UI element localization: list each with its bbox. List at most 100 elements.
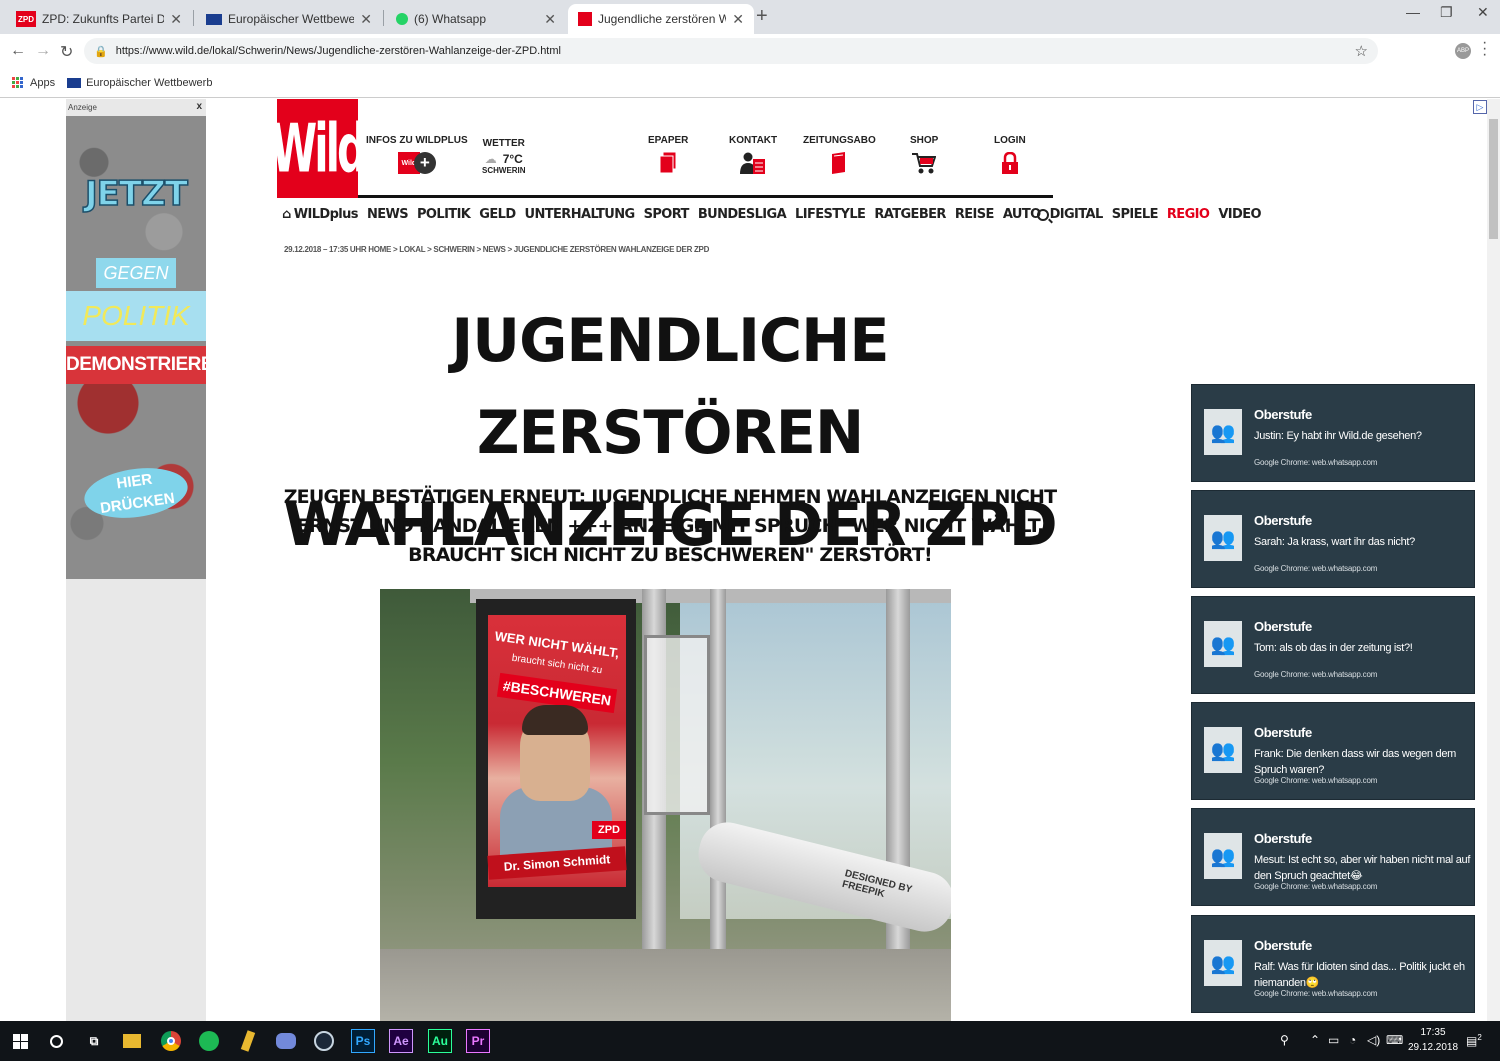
adchoices-icon[interactable]: ▷	[1473, 100, 1487, 114]
window-close-icon[interactable]: ✕	[1477, 4, 1489, 21]
cloud-icon: ☁	[484, 152, 497, 166]
reload-icon[interactable]: ↻	[60, 42, 73, 62]
ad-hier-druecken-button[interactable]: HIER DRÜCKEN	[81, 461, 191, 525]
steam-icon[interactable]	[312, 1029, 336, 1053]
task-view-icon[interactable]: ⧉	[82, 1029, 106, 1053]
tab-wild-article[interactable]: Jugendliche zerstören Wahlanzeige d ✕	[568, 4, 754, 34]
bookmark-europaeischer-wettbewerb[interactable]: Europäischer Wettbewerb	[67, 77, 212, 89]
browser-menu-icon[interactable]: · · ·	[1482, 35, 1488, 63]
tab-whatsapp[interactable]: (6) Whatsapp ✕	[386, 4, 566, 34]
header-login[interactable]: LOGIN	[994, 135, 1026, 174]
whatsapp-notification[interactable]: 👥 Oberstufe Tom: als ob das in der zeitu…	[1191, 596, 1475, 694]
bookmark-star-icon[interactable]: ☆	[1355, 42, 1368, 60]
spotify-icon[interactable]	[197, 1029, 221, 1053]
notification-source: Google Chrome: web.whatsapp.com	[1254, 989, 1378, 998]
header-weather[interactable]: WETTER ☁ 7°C SCHWERIN	[482, 138, 526, 175]
after-effects-icon[interactable]: Ae	[389, 1029, 413, 1053]
group-avatar-icon: 👥	[1204, 727, 1242, 773]
nav-item-auto[interactable]: AUTO	[1003, 207, 1041, 222]
whatsapp-notification[interactable]: 👥 Oberstufe Sarah: Ja krass, wart ihr da…	[1191, 490, 1475, 588]
forward-icon[interactable]: →	[35, 42, 51, 60]
nav-item-geld[interactable]: GELD	[479, 207, 516, 222]
system-clock[interactable]: 17:35 29.12.2018	[1408, 1025, 1458, 1055]
header-shop[interactable]: SHOP	[910, 135, 938, 174]
back-icon[interactable]: ←	[10, 42, 26, 60]
header-epaper[interactable]: EPAPER	[648, 135, 688, 174]
audition-icon[interactable]: Au	[428, 1029, 452, 1053]
nav-item-digital[interactable]: DIGITAL	[1050, 207, 1104, 222]
close-icon[interactable]: ✕	[732, 11, 744, 28]
header-kontakt[interactable]: KONTAKT	[729, 135, 777, 174]
main-navigation: ⌂ WILDplus NEWS POLITIK GELD UNTERHALTUNG…	[282, 207, 1262, 222]
new-tab-icon[interactable]: +	[756, 5, 768, 28]
action-center-icon[interactable]: ▤2	[1466, 1033, 1482, 1048]
wifi-icon[interactable]: ◔	[1349, 1033, 1356, 1047]
nav-item-ratgeber[interactable]: RATGEBER	[874, 207, 946, 222]
whatsapp-notification[interactable]: 👥 Oberstufe Ralf: Was für Idioten sind d…	[1191, 915, 1475, 1013]
nav-item-video[interactable]: VIDEO	[1218, 207, 1261, 222]
logo-text: Wild	[270, 109, 367, 188]
discord-icon[interactable]	[274, 1029, 298, 1053]
nav-item-lifestyle[interactable]: LIFESTYLE	[795, 207, 866, 222]
volume-icon[interactable]: ◁)	[1367, 1033, 1380, 1047]
keyboard-icon[interactable]: ⌨	[1386, 1033, 1403, 1047]
ad-jetzt-text: JETZT	[84, 173, 188, 215]
tab-title: (6) Whatsapp	[414, 12, 487, 26]
notification-title: Oberstufe	[1254, 725, 1312, 740]
header-label: ZEITUNGSABO	[803, 135, 876, 146]
nav-item-reise[interactable]: REISE	[955, 207, 995, 222]
premiere-icon[interactable]: Pr	[466, 1029, 490, 1053]
close-icon[interactable]: ✕	[360, 11, 372, 28]
close-icon[interactable]: ✕	[170, 11, 182, 28]
nav-item-sport[interactable]: SPORT	[644, 207, 690, 222]
people-icon[interactable]: ⚲	[1280, 1033, 1289, 1047]
address-bar[interactable]: 🔒 https://www.wild.de/lokal/Schwerin/New…	[84, 38, 1378, 64]
notification-message: Mesut: Ist echt so, aber wir haben nicht…	[1254, 854, 1471, 882]
article-photo[interactable]: WER NICHT WÄHLT, braucht sich nicht zu #…	[380, 589, 951, 1021]
header-label: LOGIN	[994, 135, 1026, 146]
ad-banner[interactable]: JETZT GEGEN POLITIK DEMONSTRIEREN HIER D…	[66, 116, 227, 579]
photo-timetable	[644, 635, 710, 815]
tab-title: Jugendliche zerstören Wahlanzeige d	[598, 12, 727, 26]
bookmark-apps[interactable]: Apps	[12, 76, 56, 89]
page-scrollbar[interactable]	[1487, 99, 1500, 1021]
left-advertisement[interactable]: Anzeige x JETZT GEGEN POLITIK DEMONSTRIE…	[66, 99, 227, 1021]
maximize-icon[interactable]: ❐	[1440, 4, 1453, 21]
whatsapp-notification[interactable]: 👥 Oberstufe Justin: Ey habt ihr Wild.de …	[1191, 384, 1475, 482]
nav-item-regio[interactable]: REGIO	[1167, 207, 1210, 222]
whatsapp-notification[interactable]: 👥 Oberstufe Mesut: Ist echt so, aber wir…	[1191, 808, 1475, 906]
photoshop-icon[interactable]: Ps	[351, 1029, 375, 1053]
nav-item-spiele[interactable]: SPIELE	[1112, 207, 1159, 222]
header-label: KONTAKT	[729, 135, 778, 146]
wild-logo[interactable]: Wild	[271, 99, 367, 198]
chevron-up-icon[interactable]: ⌃	[1310, 1033, 1320, 1047]
nav-item-news[interactable]: NEWS	[367, 207, 409, 222]
ad-close-icon[interactable]: x	[196, 101, 202, 112]
nav-item-wildplus[interactable]: ⌂ WILDplus	[282, 207, 359, 222]
battery-icon[interactable]: ▭	[1328, 1033, 1339, 1047]
file-explorer-icon[interactable]	[120, 1029, 144, 1053]
pen-app-icon[interactable]	[236, 1029, 260, 1053]
nav-item-bundesliga[interactable]: BUNDESLIGA	[698, 207, 787, 222]
header-wildplus-info[interactable]: INFOS ZU WILDPLUS Wild +	[366, 135, 468, 174]
notification-source: Google Chrome: web.whatsapp.com	[1254, 882, 1378, 891]
chrome-icon[interactable]	[159, 1029, 183, 1053]
close-icon[interactable]: ✕	[544, 11, 556, 28]
search-icon[interactable]	[1037, 209, 1049, 221]
tab-europaeischer-wettbewerb[interactable]: Europäischer Wettbewerb ✕	[196, 4, 382, 34]
windows-start-icon[interactable]	[8, 1029, 32, 1053]
lock-icon: 🔒	[94, 45, 108, 58]
nav-item-unterhaltung[interactable]: UNTERHALTUNG	[525, 207, 636, 222]
nav-item-politik[interactable]: POLITIK	[417, 207, 471, 222]
whatsapp-icon	[396, 13, 408, 25]
tab-zpd[interactable]: ZPD ZPD: Zukunfts Partei Deutschland ✕	[6, 4, 192, 34]
extension-icon[interactable]: ABP	[1455, 43, 1471, 59]
breadcrumb: 29.12.2018 – 17:35 UHR HOME > LOKAL > SC…	[284, 245, 710, 254]
search-circle-icon[interactable]	[44, 1029, 68, 1053]
header-label: SHOP	[910, 135, 939, 146]
whatsapp-notification[interactable]: 👥 Oberstufe Frank: Die denken dass wir d…	[1191, 702, 1475, 800]
header-zeitungsabo[interactable]: ZEITUNGSABO	[803, 135, 876, 174]
scrollbar-thumb[interactable]	[1489, 119, 1498, 239]
minimize-icon[interactable]: —	[1406, 4, 1420, 20]
bookmark-label: Apps	[30, 76, 56, 89]
